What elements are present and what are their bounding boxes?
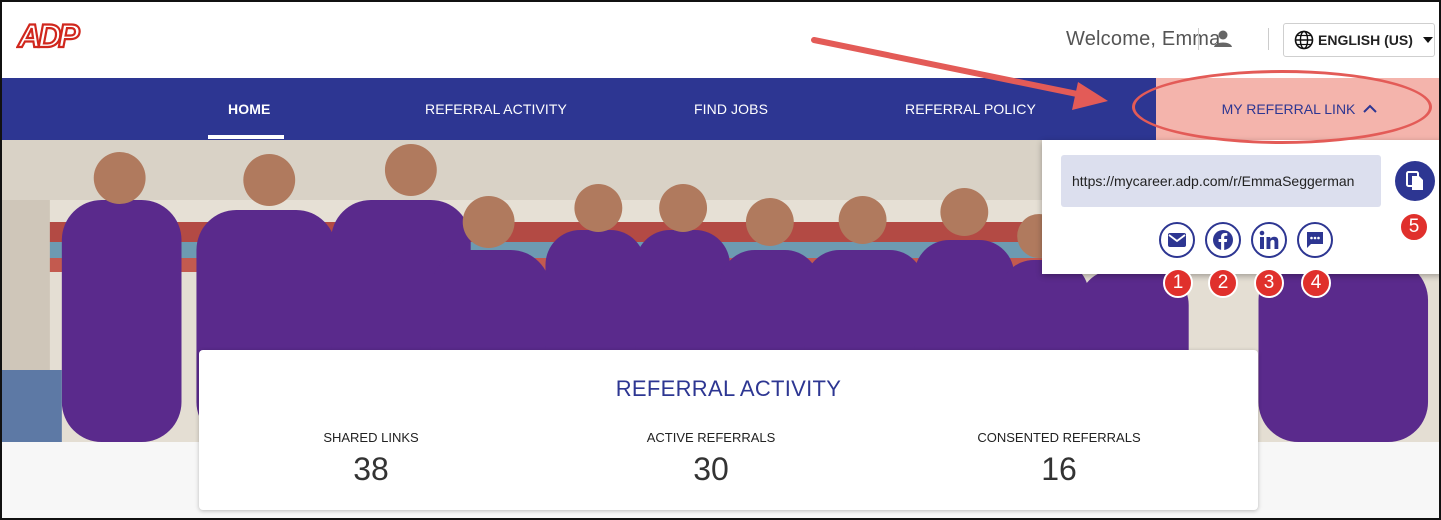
copy-link-button[interactable]: [1395, 161, 1435, 201]
card-title: REFERRAL ACTIVITY: [615, 376, 842, 401]
adp-logo[interactable]: ADP: [16, 18, 82, 52]
divider: [1198, 28, 1199, 50]
stat-active-referrals: ACTIVE REFERRALS 30: [571, 430, 851, 488]
callout-badge-4: 4: [1301, 268, 1331, 298]
referral-activity-card: REFERRAL ACTIVITY SHARED LINKS 38 ACTIVE…: [199, 350, 1258, 510]
stat-value: 16: [1041, 451, 1077, 487]
highlight-ring: [1132, 70, 1432, 144]
callout-badge-3: 3: [1254, 268, 1284, 298]
stat-value: 30: [693, 451, 729, 487]
share-email-button[interactable]: [1159, 222, 1195, 258]
callout-badge-1: 1: [1163, 268, 1193, 298]
facebook-icon: [1213, 230, 1233, 250]
language-label: ENGLISH (US): [1318, 32, 1413, 48]
caret-down-icon: [1422, 37, 1433, 43]
stat-consented-referrals: CONSENTED REFERRALS 16: [919, 430, 1199, 488]
callout-badge-2: 2: [1208, 268, 1238, 298]
active-tab-indicator: [208, 135, 284, 139]
globe-icon: [1294, 30, 1314, 50]
nav-home[interactable]: HOME: [228, 78, 270, 140]
callout-badge-5: 5: [1399, 212, 1429, 242]
share-facebook-button[interactable]: [1205, 222, 1241, 258]
share-message-button[interactable]: [1297, 222, 1333, 258]
email-icon: [1168, 233, 1186, 247]
copy-icon: [1406, 171, 1423, 190]
stat-label: ACTIVE REFERRALS: [646, 430, 776, 445]
divider: [1268, 28, 1269, 50]
message-icon: [1307, 232, 1323, 248]
nav-referral-policy[interactable]: REFERRAL POLICY: [905, 78, 1036, 140]
page-frame: ADP Welcome, Emma ENGLISH (US) HOME REFE…: [0, 0, 1441, 520]
nav-referral-activity[interactable]: REFERRAL ACTIVITY: [425, 78, 567, 140]
top-bar: ADP Welcome, Emma ENGLISH (US): [2, 2, 1439, 78]
user-icon[interactable]: [1208, 24, 1238, 54]
stat-shared-links: SHARED LINKS 38: [231, 430, 511, 488]
stat-value: 38: [353, 451, 389, 487]
referral-url-field[interactable]: https://mycareer.adp.com/r/EmmaSeggerman: [1061, 155, 1381, 207]
stat-label: SHARED LINKS: [323, 430, 419, 445]
linkedin-icon: [1259, 230, 1279, 249]
referral-link-panel: https://mycareer.adp.com/r/EmmaSeggerman: [1042, 140, 1439, 274]
adp-logo-text: ADP: [17, 18, 80, 52]
nav-find-jobs[interactable]: FIND JOBS: [694, 78, 768, 140]
language-select[interactable]: ENGLISH (US): [1283, 23, 1435, 57]
share-linkedin-button[interactable]: [1251, 222, 1287, 258]
stat-label: CONSENTED REFERRALS: [977, 430, 1141, 445]
